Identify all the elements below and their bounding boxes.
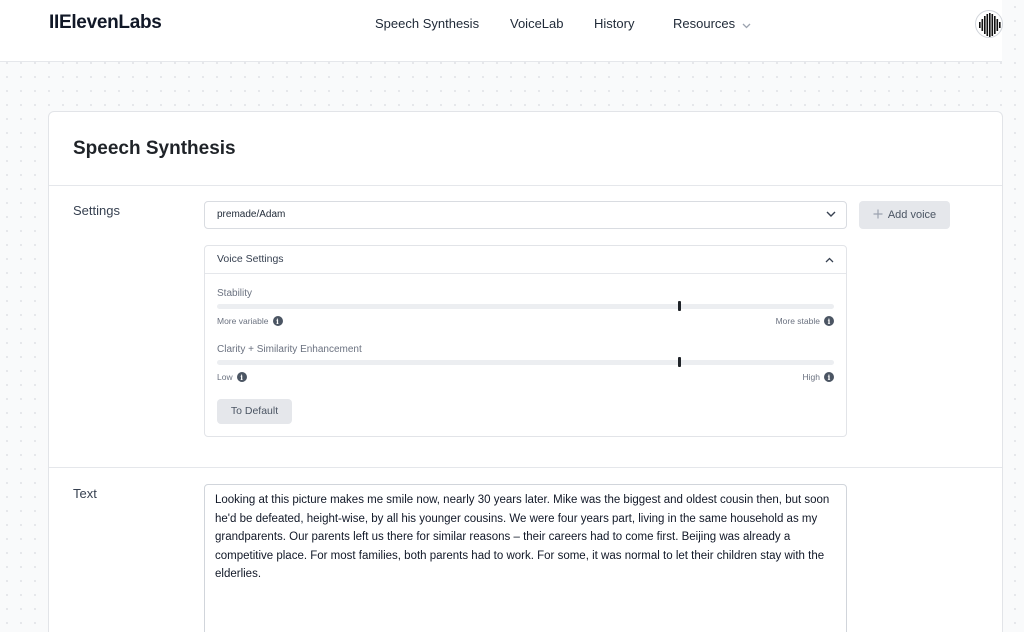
info-icon[interactable]: i bbox=[824, 316, 834, 326]
chevron-down-icon bbox=[742, 17, 751, 33]
clarity-slider[interactable] bbox=[217, 357, 834, 367]
voice-settings-title: Voice Settings bbox=[217, 253, 284, 265]
info-icon[interactable]: i bbox=[236, 372, 247, 382]
stability-slider-thumb[interactable] bbox=[678, 301, 682, 311]
stability-max-text: More stable bbox=[775, 316, 820, 326]
nav-resources[interactable]: Resources bbox=[673, 16, 751, 33]
nav-resources-label: Resources bbox=[673, 16, 736, 31]
add-voice-label: Add voice bbox=[887, 209, 937, 221]
voice-select[interactable]: premade/Adam bbox=[204, 201, 847, 229]
stability-min-label: More variable i bbox=[217, 316, 283, 326]
voice-settings-header[interactable]: Voice Settings bbox=[205, 246, 846, 274]
to-default-button[interactable]: To Default bbox=[217, 399, 292, 424]
user-avatar[interactable] bbox=[975, 10, 1003, 38]
chevron-up-icon bbox=[825, 255, 834, 266]
nav-speech-synthesis[interactable]: Speech Synthesis bbox=[375, 16, 479, 32]
stability-slider[interactable] bbox=[217, 301, 834, 311]
speech-synthesis-card: Speech Synthesis Settings premade/Adam A… bbox=[48, 111, 1003, 632]
settings-label: Settings bbox=[73, 203, 120, 218]
clarity-slider-thumb[interactable] bbox=[678, 357, 682, 367]
text-input[interactable]: Looking at this picture makes me smile n… bbox=[204, 484, 847, 632]
clarity-min-text: Low bbox=[217, 372, 233, 382]
nav-voicelab[interactable]: VoiceLab bbox=[510, 16, 564, 32]
nav-history[interactable]: History bbox=[594, 16, 634, 32]
info-icon[interactable]: i bbox=[824, 372, 834, 382]
clarity-max-text: High bbox=[802, 372, 820, 382]
stability-max-label: More stable i bbox=[776, 316, 834, 326]
voice-select-value: premade/Adam bbox=[217, 209, 286, 220]
chevron-down-icon bbox=[826, 211, 836, 221]
stability-min-text: More variable bbox=[217, 316, 269, 326]
clarity-label: Clarity + Similarity Enhancement bbox=[217, 344, 362, 355]
voice-settings-panel: Voice Settings Stability More variable i… bbox=[204, 245, 847, 437]
add-voice-button[interactable]: Add voice bbox=[859, 201, 950, 229]
info-icon[interactable]: i bbox=[272, 316, 283, 326]
top-navigation-bar: IIElevenLabs Speech Synthesis VoiceLab H… bbox=[0, 0, 1003, 62]
text-label: Text bbox=[73, 486, 97, 501]
clarity-min-label: Low i bbox=[217, 372, 247, 382]
stability-label: Stability bbox=[217, 288, 253, 299]
main-nav: Speech Synthesis VoiceLab History Resour… bbox=[0, 16, 1002, 38]
clarity-max-label: High i bbox=[803, 372, 834, 382]
plus-icon bbox=[873, 209, 883, 222]
page-title: Speech Synthesis bbox=[73, 138, 236, 159]
divider bbox=[49, 185, 1002, 186]
divider bbox=[49, 467, 1002, 468]
